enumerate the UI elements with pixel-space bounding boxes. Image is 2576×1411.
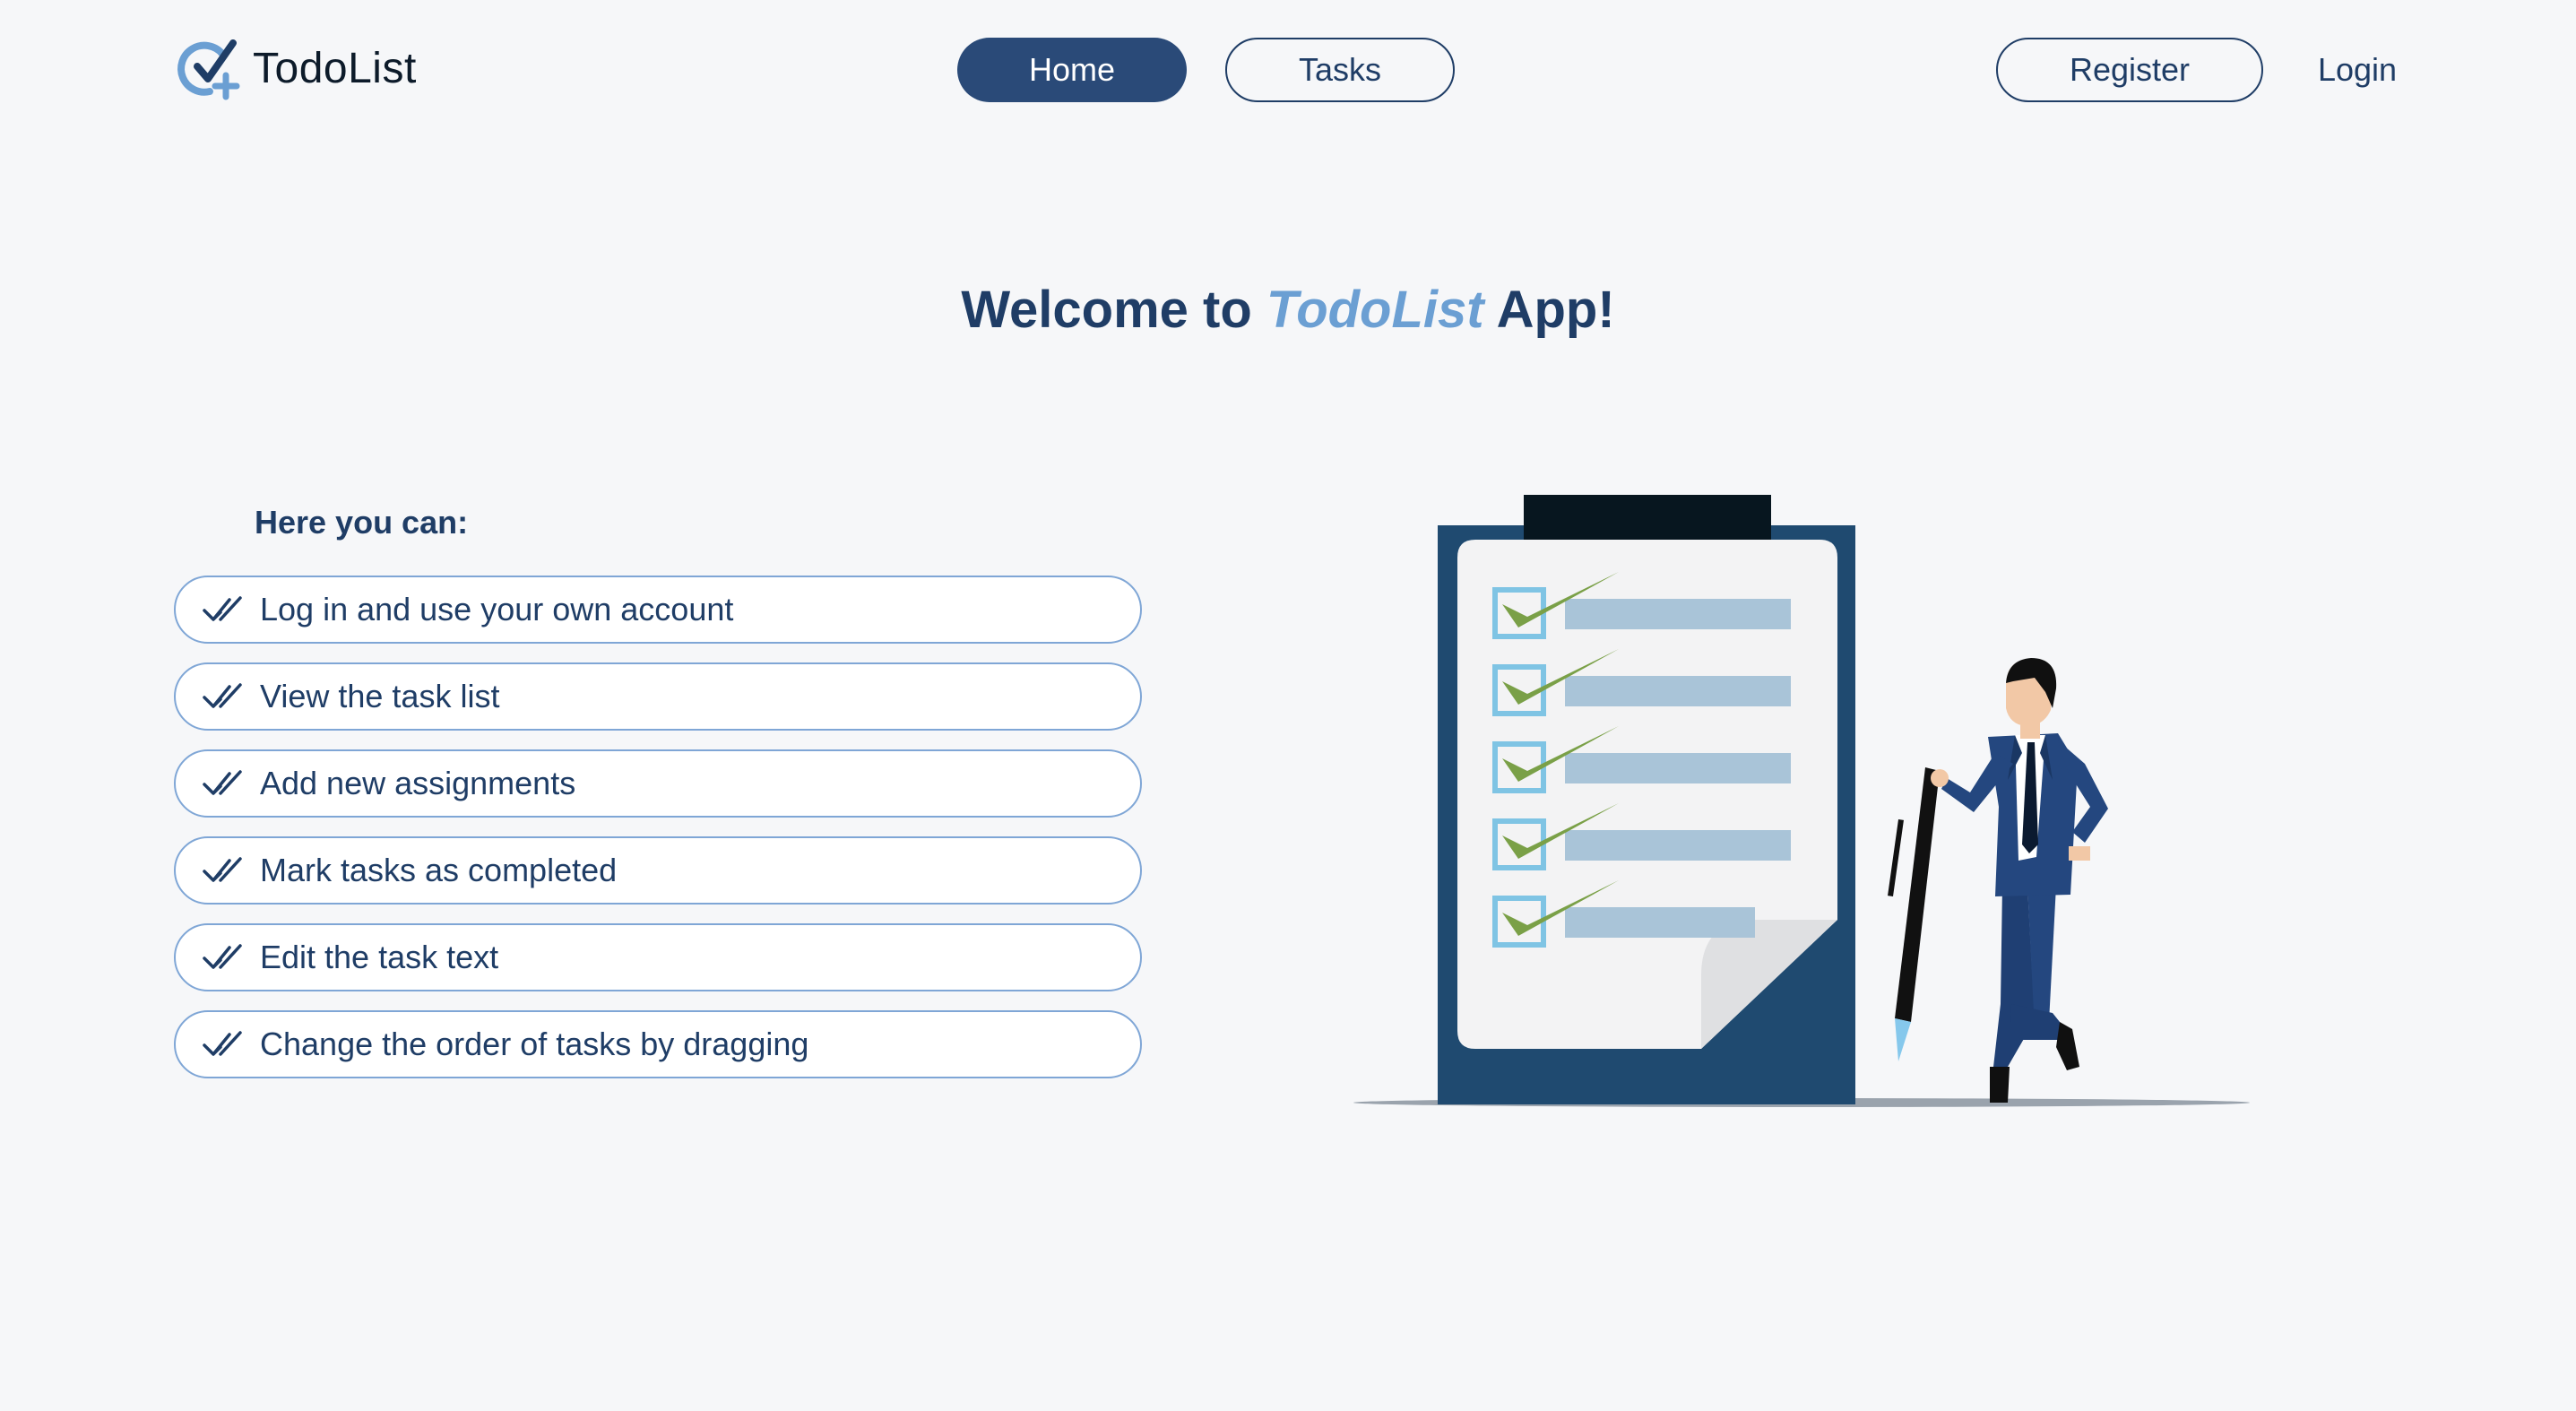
check-circle-plus-icon — [177, 39, 240, 100]
double-check-icon — [203, 770, 242, 795]
nav-tasks-button[interactable]: Tasks — [1225, 38, 1455, 102]
logo-text: TodoList — [253, 44, 417, 92]
businessman-drawing — [1931, 658, 2108, 1103]
page-title: Welcome to TodoList App! — [0, 280, 2576, 340]
nav-home-button[interactable]: Home — [957, 38, 1187, 102]
feature-item-label: Log in and use your own account — [260, 591, 734, 628]
double-check-icon — [203, 1031, 242, 1056]
features-heading: Here you can: — [255, 504, 469, 541]
pen-drawing — [1888, 767, 1940, 1074]
feature-item-label: Change the order of tasks by dragging — [260, 1026, 809, 1062]
register-button[interactable]: Register — [1996, 38, 2263, 102]
clipboard-businessman-illustration — [1353, 495, 2250, 1107]
feature-item-label: Mark tasks as completed — [260, 852, 618, 888]
logo[interactable]: TodoList — [176, 34, 417, 102]
login-link[interactable]: Login — [2302, 38, 2413, 102]
double-check-icon — [203, 857, 242, 882]
feature-item: Log in and use your own account — [174, 576, 1142, 644]
feature-list: Log in and use your own account View the… — [174, 576, 1142, 1097]
feature-item: View the task list — [174, 662, 1142, 731]
feature-item: Mark tasks as completed — [174, 836, 1142, 905]
feature-item: Edit the task text — [174, 923, 1142, 991]
double-check-icon — [203, 596, 242, 621]
feature-item: Add new assignments — [174, 749, 1142, 818]
double-check-icon — [203, 944, 242, 969]
feature-item: Change the order of tasks by dragging — [174, 1010, 1142, 1078]
welcome-suffix: App! — [1483, 281, 1615, 339]
feature-item-label: View the task list — [260, 678, 500, 714]
page: TodoList Home Tasks Register Login Welco… — [0, 0, 2576, 1411]
double-check-icon — [203, 683, 242, 708]
welcome-brand: TodoList — [1266, 281, 1484, 339]
feature-item-label: Add new assignments — [260, 765, 576, 801]
feature-item-label: Edit the task text — [260, 939, 499, 975]
welcome-prefix: Welcome to — [961, 281, 1266, 339]
